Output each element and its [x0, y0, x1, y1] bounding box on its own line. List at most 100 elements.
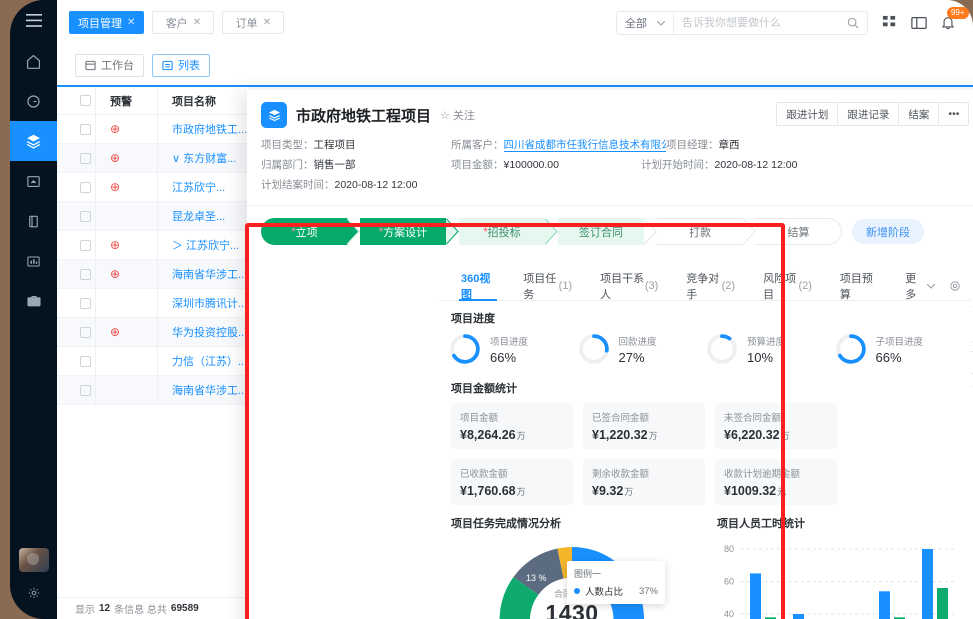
tab-more[interactable]: 更多	[891, 272, 949, 300]
progress-label: 预算进度	[747, 334, 785, 348]
tab-competitors[interactable]: 竞争对手(2)	[672, 272, 749, 300]
chevron-down-icon	[927, 280, 935, 292]
briefcase-icon[interactable]	[10, 281, 57, 321]
row-checkbox[interactable]	[57, 356, 95, 367]
clock-icon[interactable]	[10, 81, 57, 121]
bar-svg: 0 20 40 60 80	[705, 531, 971, 619]
top-tab-label: 项目管理	[78, 15, 122, 31]
avatar[interactable]	[19, 548, 49, 572]
close-icon[interactable]: ✕	[127, 17, 135, 28]
close-icon[interactable]: ✕	[263, 17, 271, 28]
stage-arrow	[644, 218, 657, 245]
progress-section-title: 项目进度	[439, 301, 971, 333]
stage-5[interactable]: 结算	[756, 218, 842, 245]
progress-ring	[706, 333, 738, 365]
amount-section-title: 项目金额统计	[439, 371, 971, 403]
amount-value: ¥6,220.32万	[724, 428, 828, 442]
follow-button[interactable]: ☆ 关注	[440, 107, 475, 123]
chart-icon[interactable]	[10, 241, 57, 281]
select-all-checkbox[interactable]	[57, 95, 95, 106]
amount-unit: 万	[649, 431, 658, 441]
project-meta: 项目类型：工程项目 所属客户：四川省成都市任我行信息技术有限公司 项目经理：章西…	[261, 137, 973, 197]
meta-key: 项目经理：	[666, 139, 719, 151]
amount-label: 剩余收款金额	[592, 466, 696, 480]
row-checkbox[interactable]	[57, 240, 95, 251]
top-tab-1[interactable]: 客户 ✕	[152, 11, 214, 34]
top-tab-0[interactable]: 项目管理 ✕	[69, 11, 144, 34]
row-checkbox[interactable]	[57, 327, 95, 338]
view-toggle-workbench[interactable]: 工作台	[75, 54, 144, 77]
follow-plan-button[interactable]: 跟进计划	[777, 103, 838, 125]
tab-stakeholders[interactable]: 项目干系人(3)	[586, 272, 672, 300]
meta-item: 项目金额：¥100000.00	[451, 157, 641, 172]
menu-toggle-button[interactable]	[10, 0, 57, 41]
progress-item: 项目进度 66%	[449, 333, 578, 365]
stage-1[interactable]: *方案设计	[360, 218, 446, 245]
meta-item: 项目类型：工程项目	[261, 137, 451, 152]
row-checkbox[interactable]	[57, 182, 95, 193]
project-360-panel: 360视图 项目任务(1) 项目干系人(3) 竞争对手(2) 风险项目(2) 项…	[439, 272, 971, 619]
tab-label: 更多	[905, 272, 922, 302]
add-stage-button[interactable]: 新增阶段	[852, 219, 924, 244]
search-input[interactable]	[674, 12, 839, 34]
row-checkbox[interactable]	[57, 385, 95, 396]
amount-value: ¥8,264.26万	[460, 428, 564, 442]
app-screen: 项目管理 ✕ 客户 ✕ 订单 ✕ 全部	[0, 0, 973, 619]
notifications-button[interactable]: 99+	[941, 15, 955, 30]
amount-cards: 项目金额 ¥8,264.26万 已签合同金额 ¥1,220.32万 未签合同金额…	[439, 403, 971, 505]
gear-icon[interactable]	[949, 280, 971, 292]
row-checkbox[interactable]	[57, 298, 95, 309]
stage-3[interactable]: 签订合同	[558, 218, 644, 245]
row-checkbox[interactable]	[57, 211, 95, 222]
close-icon[interactable]: ✕	[193, 17, 201, 28]
stage-arrow	[545, 218, 558, 245]
book-icon[interactable]	[10, 201, 57, 241]
tab-360-view[interactable]: 360视图	[447, 272, 509, 300]
amount-value: ¥1,220.32万	[592, 428, 696, 442]
row-checkbox[interactable]	[57, 269, 95, 280]
meta-key: 归属部门：	[261, 159, 314, 171]
progress-item: 回款进度 27%	[578, 333, 707, 365]
amount-card: 未签合同金额 ¥6,220.32万	[715, 403, 837, 449]
row-checkbox[interactable]	[57, 124, 95, 135]
follow-record-button[interactable]: 跟进记录	[838, 103, 899, 125]
view-toggle-list[interactable]: 列表	[152, 54, 210, 77]
tab-project-tasks[interactable]: 项目任务(1)	[509, 272, 586, 300]
donut-chart[interactable]: 37 % 49 % 13 % 合同数量 1430 图例一	[439, 531, 705, 619]
layout-panel-icon[interactable]	[911, 16, 927, 30]
left-nav-rail	[10, 0, 57, 619]
amount-unit: 万	[781, 431, 790, 441]
stage-label: 方案设计	[383, 224, 427, 240]
meta-value-link[interactable]: 四川省成都市任我行信息技术有限公司	[504, 139, 667, 152]
amount-card: 已收款金额 ¥1,760.68万	[451, 459, 573, 505]
bar-chart[interactable]: 0 20 40 60 80	[705, 531, 971, 619]
progress-row: 项目进度 66% 回款进度 27%	[439, 333, 971, 371]
stage-4[interactable]: 打款	[657, 218, 743, 245]
tab-budget[interactable]: 项目预算	[826, 272, 891, 300]
inbox-icon[interactable]	[10, 161, 57, 201]
search-icon[interactable]	[839, 17, 867, 29]
chart-tooltip: 图例一 人数占比 37%	[567, 561, 665, 604]
tab-risk-projects[interactable]: 风险项目(2)	[749, 272, 826, 300]
meta-value: 工程项目	[314, 139, 356, 151]
layers-icon[interactable]	[10, 121, 57, 161]
home-icon[interactable]	[10, 41, 57, 81]
amount-unit: 元	[777, 487, 786, 497]
tooltip-value: 37%	[639, 586, 658, 597]
search-scope-label: 全部	[625, 15, 647, 31]
status-mid: 条信息 总共	[114, 601, 167, 616]
top-tab-2[interactable]: 订单 ✕	[222, 11, 284, 34]
row-checkbox[interactable]	[57, 153, 95, 164]
meta-value: 2020-08-12 12:00	[335, 179, 418, 191]
stage-0[interactable]: *立项	[261, 218, 347, 245]
apps-grid-icon[interactable]	[882, 15, 897, 30]
donut-chart-box: 项目任务完成情况分析	[439, 515, 705, 619]
status-count: 12	[99, 603, 110, 614]
search-scope-select[interactable]: 全部	[617, 12, 674, 34]
close-case-button[interactable]: 结案	[899, 103, 939, 125]
progress-ring	[449, 333, 481, 365]
settings-icon[interactable]	[27, 586, 41, 605]
stage-2[interactable]: *招投标	[459, 218, 545, 245]
amount-card: 项目金额 ¥8,264.26万	[451, 403, 573, 449]
more-actions-button[interactable]: •••	[939, 103, 968, 125]
